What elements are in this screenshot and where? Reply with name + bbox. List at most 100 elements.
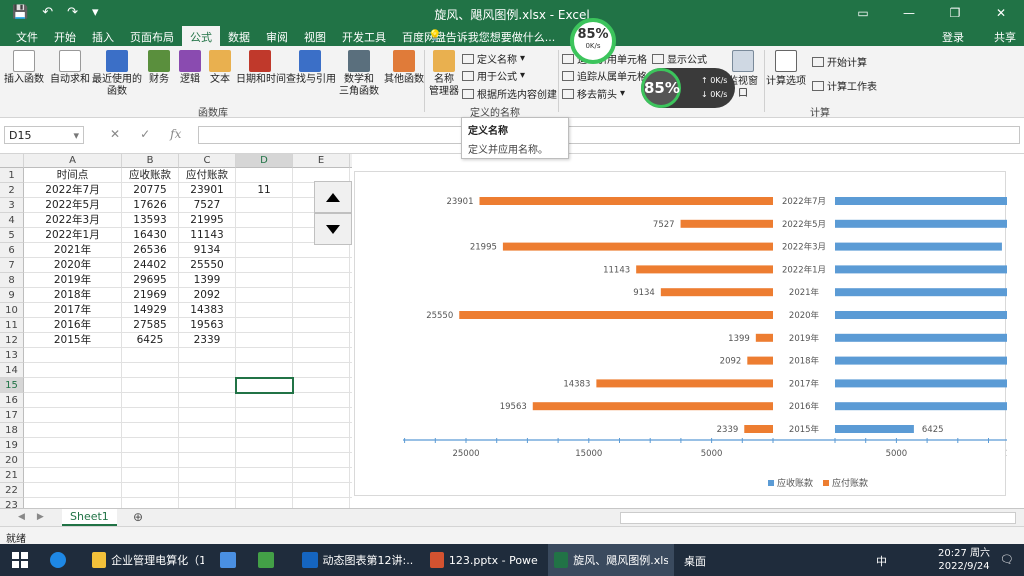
- table-cell[interactable]: 13593: [122, 213, 179, 228]
- name-box[interactable]: D15 ▾: [4, 126, 84, 144]
- table-cell[interactable]: 2022年5月: [24, 198, 122, 213]
- taskbar-item-1[interactable]: [214, 544, 248, 576]
- table-cell[interactable]: [179, 423, 236, 438]
- table-cell[interactable]: [122, 468, 179, 483]
- table-cell[interactable]: [293, 258, 350, 273]
- table-cell[interactable]: [236, 318, 293, 333]
- table-cell[interactable]: 27585: [122, 318, 179, 333]
- table-cell[interactable]: 11143: [179, 228, 236, 243]
- table-cell[interactable]: [350, 483, 352, 498]
- table-cell[interactable]: 2018年: [24, 288, 122, 303]
- table-cell[interactable]: [350, 273, 352, 288]
- table-cell[interactable]: [236, 228, 293, 243]
- ribbon-button-3[interactable]: 财务: [145, 50, 173, 86]
- table-cell[interactable]: [293, 273, 350, 288]
- login-link[interactable]: 登录: [942, 29, 964, 45]
- table-cell[interactable]: [350, 348, 352, 363]
- table-cell[interactable]: 2016年: [24, 318, 122, 333]
- row-header[interactable]: 5: [0, 228, 24, 243]
- table-cell[interactable]: 17626: [122, 198, 179, 213]
- table-cell[interactable]: [236, 363, 293, 378]
- tab-8[interactable]: 开发工具: [334, 26, 394, 46]
- table-cell[interactable]: 16430: [122, 228, 179, 243]
- ribbon-button-0[interactable]: 插入函数: [4, 50, 44, 86]
- table-cell[interactable]: 2022年7月: [24, 183, 122, 198]
- ribbon-button-8[interactable]: 数学和 三角函数: [336, 50, 382, 98]
- column-header[interactable]: E: [293, 154, 350, 168]
- table-cell[interactable]: [179, 348, 236, 363]
- table-cell[interactable]: [179, 393, 236, 408]
- table-cell[interactable]: [293, 408, 350, 423]
- select-all-corner[interactable]: [0, 154, 24, 168]
- column-header[interactable]: A: [24, 154, 122, 168]
- table-cell[interactable]: 2019年: [24, 273, 122, 288]
- table-cell[interactable]: [236, 453, 293, 468]
- tab-2[interactable]: 插入: [84, 26, 122, 46]
- cancel-icon[interactable]: ✕: [110, 127, 120, 141]
- row-header[interactable]: 4: [0, 213, 24, 228]
- tab-0[interactable]: 文件: [8, 26, 46, 46]
- table-cell[interactable]: 7527: [179, 198, 236, 213]
- table-cell[interactable]: [293, 438, 350, 453]
- ribbon-button-1[interactable]: 自动求和: [50, 50, 90, 86]
- table-cell[interactable]: 应付账款: [179, 168, 236, 183]
- table-cell[interactable]: 21969: [122, 288, 179, 303]
- table-cell[interactable]: [24, 363, 122, 378]
- table-cell[interactable]: [293, 393, 350, 408]
- table-cell[interactable]: [350, 423, 352, 438]
- table-cell[interactable]: [293, 378, 350, 393]
- insert-function-icon[interactable]: fx: [170, 127, 181, 141]
- table-cell[interactable]: [24, 483, 122, 498]
- table-cell[interactable]: [293, 348, 350, 363]
- table-cell[interactable]: [350, 453, 352, 468]
- ribbon-button-7[interactable]: 查找与引用: [286, 50, 336, 86]
- row-header[interactable]: 9: [0, 288, 24, 303]
- row-header[interactable]: 10: [0, 303, 24, 318]
- row-header[interactable]: 1: [0, 168, 24, 183]
- table-cell[interactable]: [24, 393, 122, 408]
- memory-widget[interactable]: 85% ↑ 0K/s ↓ 0K/s: [641, 68, 735, 108]
- taskbar-item-4[interactable]: 123.pptx - Power...: [424, 544, 544, 576]
- table-cell[interactable]: 9134: [179, 243, 236, 258]
- row-header[interactable]: 2: [0, 183, 24, 198]
- table-cell[interactable]: 2022年3月: [24, 213, 122, 228]
- table-cell[interactable]: [122, 378, 179, 393]
- table-cell[interactable]: [350, 378, 352, 393]
- table-cell[interactable]: [179, 438, 236, 453]
- table-cell[interactable]: [122, 408, 179, 423]
- taskbar-item-3[interactable]: 动态图表第12讲:...: [296, 544, 420, 576]
- ime-indicator[interactable]: 中: [876, 553, 887, 569]
- table-cell[interactable]: 2017年: [24, 303, 122, 318]
- table-cell[interactable]: 2022年1月: [24, 228, 122, 243]
- notification-icon[interactable]: 🗨: [1000, 553, 1014, 566]
- row-header[interactable]: 3: [0, 198, 24, 213]
- table-cell[interactable]: 14383: [179, 303, 236, 318]
- row-header[interactable]: 19: [0, 438, 24, 453]
- table-cell[interactable]: [350, 318, 352, 333]
- column-header[interactable]: F: [350, 154, 352, 168]
- table-cell[interactable]: [236, 468, 293, 483]
- table-cell[interactable]: [350, 438, 352, 453]
- remove-arrows-button[interactable]: 移去箭头 ▾: [562, 86, 625, 101]
- table-cell[interactable]: [293, 468, 350, 483]
- table-cell[interactable]: [350, 258, 352, 273]
- prev-sheet-icon[interactable]: ◀: [18, 512, 25, 522]
- taskbar-item-0[interactable]: 企业管理电算化（1...: [86, 544, 210, 576]
- table-cell[interactable]: 23901: [179, 183, 236, 198]
- table-cell[interactable]: [236, 168, 293, 183]
- table-cell[interactable]: 26536: [122, 243, 179, 258]
- add-sheet-icon[interactable]: ⊕: [133, 510, 143, 524]
- spreadsheet-grid[interactable]: ABCDEF1时间点应收账款应付账款22022年7月20775239011132…: [0, 154, 352, 510]
- network-speed-widget[interactable]: 85% 0K/s: [570, 18, 616, 64]
- row-header[interactable]: 15: [0, 378, 24, 393]
- table-cell[interactable]: 21995: [179, 213, 236, 228]
- start-button[interactable]: [0, 544, 40, 576]
- chevron-down-icon[interactable]: ▾: [73, 129, 79, 142]
- table-cell[interactable]: [24, 408, 122, 423]
- row-header[interactable]: 21: [0, 468, 24, 483]
- table-cell[interactable]: [293, 318, 350, 333]
- row-header[interactable]: 14: [0, 363, 24, 378]
- table-cell[interactable]: [24, 438, 122, 453]
- check-icon[interactable]: ✓: [140, 127, 150, 141]
- taskbar-item-5[interactable]: 旋风、飓风图例.xls...: [548, 544, 674, 576]
